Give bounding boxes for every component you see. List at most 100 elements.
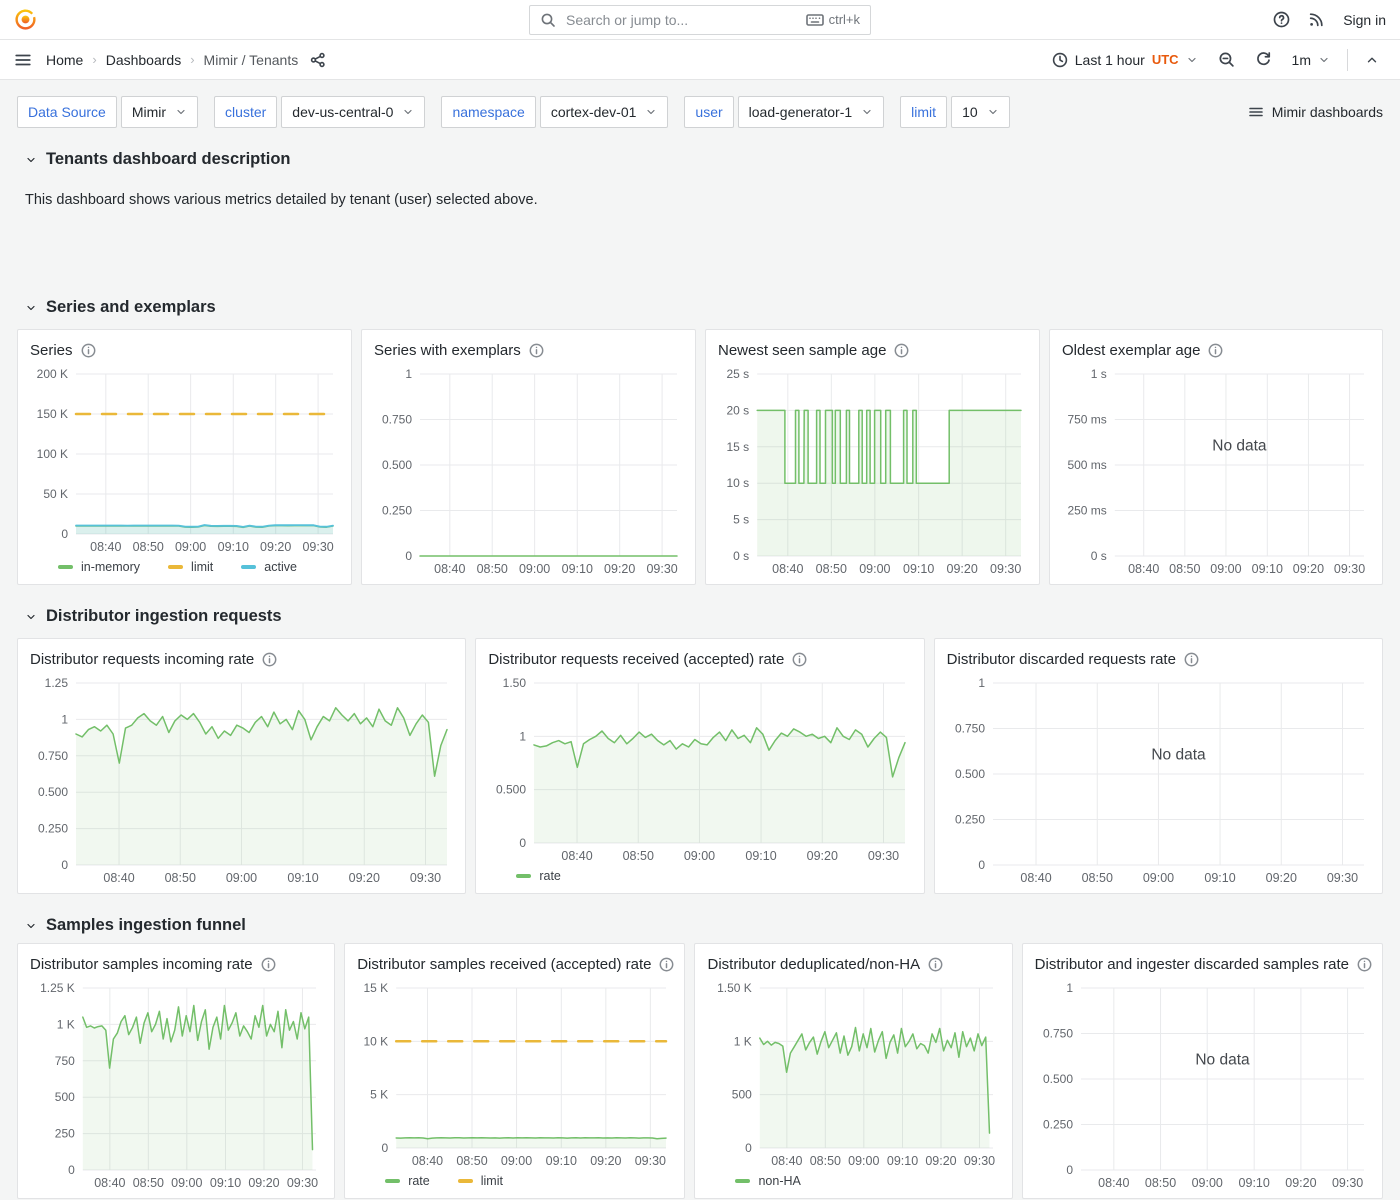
grafana-logo[interactable] xyxy=(14,8,37,31)
info-icon[interactable] xyxy=(1357,957,1372,972)
svg-text:09:20: 09:20 xyxy=(947,562,978,576)
svg-text:09:30: 09:30 xyxy=(635,1154,666,1168)
svg-text:09:00: 09:00 xyxy=(175,540,206,554)
chart: 200 K150 K100 K50 K008:4008:5009:0009:10… xyxy=(28,364,341,556)
section-header-2[interactable]: Samples ingestion funnel xyxy=(17,916,1383,935)
svg-text:0.250: 0.250 xyxy=(955,813,985,827)
panel: Distributor and ingester discarded sampl… xyxy=(1022,943,1383,1199)
svg-text:09:30: 09:30 xyxy=(410,871,441,885)
svg-text:09:00: 09:00 xyxy=(1191,1176,1222,1190)
svg-text:750: 750 xyxy=(55,1054,75,1068)
svg-text:08:50: 08:50 xyxy=(477,562,508,576)
svg-text:08:40: 08:40 xyxy=(412,1154,443,1168)
variable-value-dropdown[interactable]: load-generator-1 xyxy=(738,96,885,128)
panel-title[interactable]: Distributor discarded requests rate xyxy=(947,651,1176,668)
variable-value-dropdown[interactable]: 10 xyxy=(951,96,1010,128)
svg-text:0.250: 0.250 xyxy=(1043,1118,1073,1132)
breadcrumb-item[interactable]: Mimir / Tenants xyxy=(204,52,299,68)
svg-text:250: 250 xyxy=(55,1127,75,1141)
legend-swatch xyxy=(458,1179,473,1183)
section-header-1[interactable]: Distributor ingestion requests xyxy=(17,607,1383,626)
search-input[interactable] xyxy=(564,11,798,29)
share-icon[interactable] xyxy=(310,52,326,68)
chevron-down-icon xyxy=(25,302,37,314)
sign-in-link[interactable]: Sign in xyxy=(1343,12,1386,28)
news-icon[interactable] xyxy=(1308,11,1325,28)
time-picker-button[interactable]: Last 1 hour UTC xyxy=(1045,44,1205,76)
info-icon[interactable] xyxy=(261,957,276,972)
legend-item[interactable]: limit xyxy=(168,560,213,574)
collapse-toolbar-button[interactable] xyxy=(1358,44,1386,76)
refresh-icon xyxy=(1255,51,1272,68)
info-icon[interactable] xyxy=(928,957,943,972)
panel-title[interactable]: Distributor samples incoming rate xyxy=(30,956,253,973)
menu-icon[interactable] xyxy=(14,51,32,69)
panel: Distributor requests received (accepted)… xyxy=(475,638,924,894)
info-icon[interactable] xyxy=(659,957,674,972)
info-icon[interactable] xyxy=(81,343,96,358)
variable-label[interactable]: user xyxy=(684,96,733,128)
svg-text:09:30: 09:30 xyxy=(287,1176,318,1190)
panel-title[interactable]: Distributor requests received (accepted)… xyxy=(488,651,784,668)
variable-label[interactable]: Data Source xyxy=(17,96,117,128)
info-icon[interactable] xyxy=(1208,343,1223,358)
chart: 1.25 K1 K750500250008:4008:5009:0009:100… xyxy=(28,978,324,1192)
panel-title[interactable]: Distributor samples received (accepted) … xyxy=(357,956,651,973)
svg-text:0.500: 0.500 xyxy=(382,458,412,472)
svg-text:08:40: 08:40 xyxy=(1098,1176,1129,1190)
info-icon[interactable] xyxy=(1184,652,1199,667)
legend-item[interactable]: rate xyxy=(516,869,561,883)
variable-label[interactable]: limit xyxy=(900,96,947,128)
breadcrumb-item[interactable]: Dashboards xyxy=(106,52,182,68)
svg-text:1.50 K: 1.50 K xyxy=(718,981,753,995)
breadcrumb-item[interactable]: Home xyxy=(46,52,83,68)
dashboard-description-text: This dashboard shows various metrics det… xyxy=(25,192,1383,208)
info-icon[interactable] xyxy=(792,652,807,667)
refresh-interval-dropdown[interactable]: 1m xyxy=(1285,44,1337,76)
panel: Distributor discarded requests rate 10.7… xyxy=(934,638,1383,894)
mimir-dashboards-button[interactable]: Mimir dashboards xyxy=(1248,104,1383,120)
legend: rate limit xyxy=(355,1170,674,1192)
search-box[interactable]: ctrl+k xyxy=(529,5,871,35)
panel-title[interactable]: Newest seen sample age xyxy=(718,342,886,359)
legend-item[interactable]: active xyxy=(241,560,297,574)
zoom-out-button[interactable] xyxy=(1211,44,1242,76)
panel-title[interactable]: Distributor and ingester discarded sampl… xyxy=(1035,956,1349,973)
svg-text:08:50: 08:50 xyxy=(810,1154,841,1168)
svg-text:10 K: 10 K xyxy=(364,1034,389,1048)
svg-text:08:50: 08:50 xyxy=(816,562,847,576)
info-icon[interactable] xyxy=(262,652,277,667)
section-title: Distributor ingestion requests xyxy=(46,607,282,626)
svg-text:09:00: 09:00 xyxy=(501,1154,532,1168)
panel-title[interactable]: Oldest exemplar age xyxy=(1062,342,1200,359)
svg-text:09:00: 09:00 xyxy=(1142,871,1173,885)
variable-label[interactable]: namespace xyxy=(441,96,535,128)
svg-text:09:10: 09:10 xyxy=(287,871,318,885)
variable-value-dropdown[interactable]: Mimir xyxy=(121,96,198,128)
panel: Newest seen sample age 25 s20 s15 s10 s5… xyxy=(705,329,1040,585)
variable-value-dropdown[interactable]: cortex-dev-01 xyxy=(540,96,669,128)
legend-item[interactable]: limit xyxy=(458,1174,503,1188)
section-header-0[interactable]: Series and exemplars xyxy=(17,298,1383,317)
panel-title[interactable]: Distributor requests incoming rate xyxy=(30,651,254,668)
panel-title[interactable]: Series with exemplars xyxy=(374,342,521,359)
info-icon[interactable] xyxy=(529,343,544,358)
svg-text:09:30: 09:30 xyxy=(1334,562,1365,576)
svg-text:09:20: 09:20 xyxy=(1293,562,1324,576)
legend-item[interactable]: non-HA xyxy=(735,1174,800,1188)
legend-swatch xyxy=(58,565,73,569)
section-header-description[interactable]: Tenants dashboard description xyxy=(17,150,1383,169)
section-title: Series and exemplars xyxy=(46,298,216,317)
svg-text:500 ms: 500 ms xyxy=(1067,458,1106,472)
panel-title[interactable]: Distributor deduplicated/non-HA xyxy=(707,956,920,973)
panel-title[interactable]: Series xyxy=(30,342,73,359)
svg-text:1 K: 1 K xyxy=(734,1034,752,1048)
variable-label[interactable]: cluster xyxy=(214,96,277,128)
refresh-button[interactable] xyxy=(1248,44,1279,76)
help-icon[interactable] xyxy=(1273,11,1290,28)
info-icon[interactable] xyxy=(894,343,909,358)
legend-item[interactable]: in-memory xyxy=(58,560,140,574)
legend-item[interactable]: rate xyxy=(385,1174,430,1188)
variable-value-dropdown[interactable]: dev-us-central-0 xyxy=(281,96,425,128)
section-title: Samples ingestion funnel xyxy=(46,916,246,935)
